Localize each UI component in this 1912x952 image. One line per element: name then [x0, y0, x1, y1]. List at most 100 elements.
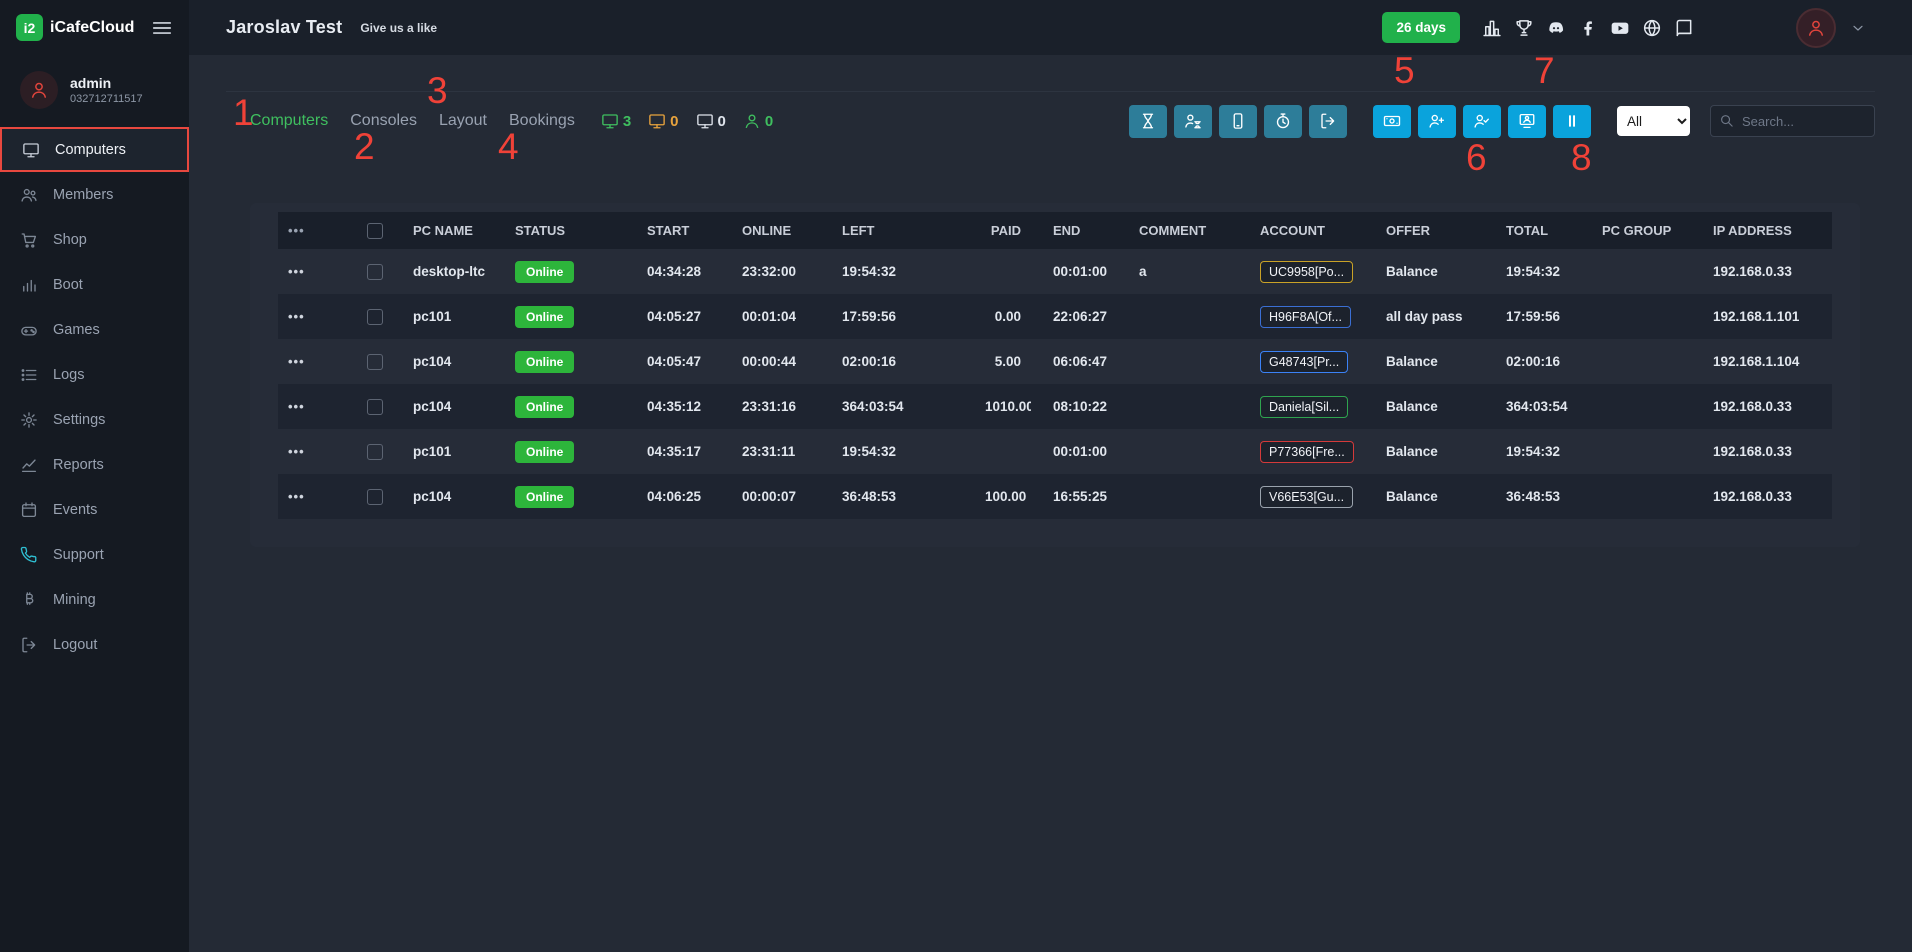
sidebar-item-settings[interactable]: Settings [0, 397, 189, 442]
cash-button[interactable] [1373, 105, 1411, 138]
cell-comment [1129, 474, 1250, 519]
status-counters: 3000 [601, 112, 773, 130]
add-member-button[interactable] [1418, 105, 1456, 138]
client-search-button[interactable] [1508, 105, 1546, 138]
tab-bar: Computers Consoles Layout Bookings [250, 112, 575, 130]
row-checkbox[interactable] [367, 399, 383, 415]
counter-pcs-online: 3 [601, 112, 631, 130]
table-row: •••pc104Online04:06:2500:00:0736:48:5310… [278, 474, 1832, 519]
useradd-icon [1428, 112, 1446, 130]
tab-consoles[interactable]: Consoles [350, 112, 417, 130]
monitor-icon [648, 112, 666, 130]
row-checkbox[interactable] [367, 309, 383, 325]
globe-icon[interactable] [1642, 18, 1662, 38]
cell-start: 04:35:17 [637, 429, 732, 474]
user-avatar [20, 71, 58, 109]
status-badge: Online [515, 306, 574, 328]
tab-bookings[interactable]: Bookings [509, 112, 575, 130]
cell-end: 00:01:00 [1031, 249, 1129, 294]
sidebar-nav: ComputersMembersShop Boot GamesLogs Setting… [0, 127, 189, 667]
pause-button[interactable] [1553, 105, 1591, 138]
sidebar-item-support[interactable]: Support [0, 532, 189, 577]
group-filter-select[interactable]: All [1617, 106, 1690, 136]
header-actions: ••• [288, 223, 305, 238]
chart-icon [20, 456, 39, 474]
cell-end: 16:55:25 [1031, 474, 1129, 519]
account-badge[interactable]: UC9958[Po... [1260, 261, 1353, 283]
cell-ip: 192.168.0.33 [1703, 249, 1832, 294]
cell-offer: Balance [1376, 474, 1496, 519]
mobile-button[interactable] [1219, 105, 1257, 138]
sidebar-item-games[interactable]: Games [0, 307, 189, 352]
gamepad-icon [20, 321, 39, 339]
counter-pcs-busy: 0 [648, 112, 678, 130]
sidebar-item-logs[interactable]: Logs [0, 352, 189, 397]
cell-ip: 192.168.0.33 [1703, 384, 1832, 429]
account-badge[interactable]: G48743[Pr... [1260, 351, 1348, 373]
sidebar-item-logout[interactable]: Logout [0, 622, 189, 667]
sidebar-item-shop[interactable]: Shop [0, 217, 189, 262]
cell-end: 00:01:00 [1031, 429, 1129, 474]
row-actions-button[interactable]: ••• [288, 309, 305, 324]
subscription-days-button[interactable]: 26 days [1382, 12, 1460, 43]
cell-offer: Balance [1376, 384, 1496, 429]
discord-icon[interactable] [1546, 18, 1566, 38]
sign-out-button[interactable] [1309, 105, 1347, 138]
hamburger-menu-icon[interactable] [151, 17, 173, 39]
user-name: admin [70, 75, 143, 91]
counter-value: 0 [718, 113, 726, 130]
account-badge[interactable]: H96F8A[Of... [1260, 306, 1351, 328]
row-checkbox[interactable] [367, 444, 383, 460]
row-actions-button[interactable]: ••• [288, 489, 305, 504]
cell-paid: 0.00 [975, 294, 1031, 339]
column-header-paid: PAID [975, 212, 1031, 249]
youtube-icon[interactable] [1610, 18, 1630, 38]
hourglass-button[interactable] [1129, 105, 1167, 138]
stats-icon[interactable] [1482, 18, 1502, 38]
account-avatar[interactable] [1796, 8, 1836, 48]
cash-icon [1383, 112, 1401, 130]
row-checkbox[interactable] [367, 264, 383, 280]
like-link[interactable]: Give us a like [360, 21, 437, 35]
computers-table-head-row: •••PC NAMESTATUSSTARTONLINELEFTPAIDENDCO… [278, 212, 1832, 249]
sidebar-item-boot[interactable]: Boot [0, 262, 189, 307]
search-input[interactable] [1710, 105, 1875, 137]
row-actions-button[interactable]: ••• [288, 264, 305, 279]
calendar-icon [20, 501, 39, 519]
account-badge[interactable]: P77366[Fre... [1260, 441, 1354, 463]
sidebar-item-label: Boot [53, 277, 83, 293]
add-guest-button[interactable] [1463, 105, 1501, 138]
account-badge[interactable]: V66E53[Gu... [1260, 486, 1353, 508]
row-checkbox[interactable] [367, 354, 383, 370]
row-checkbox[interactable] [367, 489, 383, 505]
sidebar-item-members[interactable]: Members [0, 172, 189, 217]
cell-pc_name: desktop-ltc [403, 249, 505, 294]
sidebar-item-computers[interactable]: Computers [0, 127, 189, 172]
usercheck-icon [1473, 112, 1491, 130]
tab-computers[interactable]: Computers [250, 112, 328, 130]
cell-start: 04:35:12 [637, 384, 732, 429]
sidebar-item-label: Settings [53, 412, 105, 428]
timer-button[interactable] [1264, 105, 1302, 138]
chevron-down-icon[interactable] [1850, 20, 1866, 36]
guest-timer-button[interactable] [1174, 105, 1212, 138]
book-icon[interactable] [1674, 18, 1694, 38]
account-badge[interactable]: Daniela[Sil... [1260, 396, 1348, 418]
column-header-comment: COMMENT [1129, 212, 1250, 249]
monitor-icon [696, 112, 714, 130]
sidebar-item-mining[interactable]: Mining [0, 577, 189, 622]
facebook-icon[interactable] [1578, 18, 1598, 38]
cell-pc_name: pc104 [403, 384, 505, 429]
stopwatch-icon [1274, 112, 1292, 130]
tab-layout[interactable]: Layout [439, 112, 487, 130]
row-actions-button[interactable]: ••• [288, 444, 305, 459]
user-id: 032712711517 [70, 93, 143, 105]
trophy-icon[interactable] [1514, 18, 1534, 38]
sidebar-item-events[interactable]: Events [0, 487, 189, 532]
sidebar-item-reports[interactable]: Reports [0, 442, 189, 487]
row-actions-button[interactable]: ••• [288, 354, 305, 369]
hourglass-icon [1139, 112, 1157, 130]
row-actions-button[interactable]: ••• [288, 399, 305, 414]
select-all-checkbox[interactable] [367, 223, 383, 239]
search-box [1710, 105, 1875, 137]
